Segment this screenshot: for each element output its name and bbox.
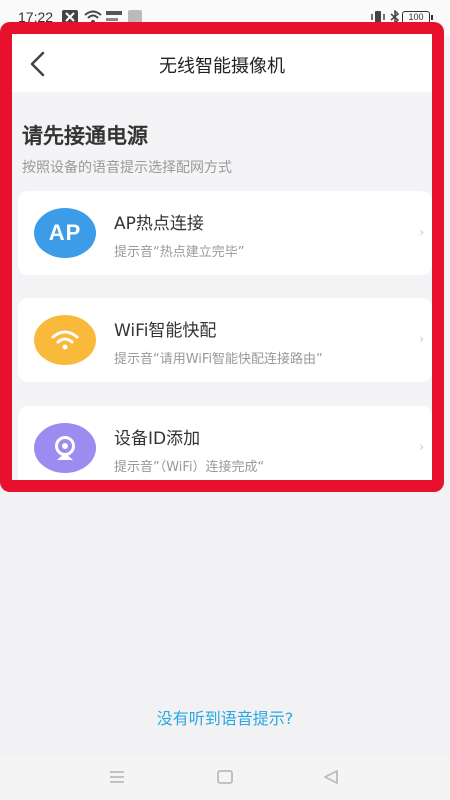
option-title: 设备ID添加 bbox=[114, 429, 201, 449]
option-title: AP热点连接 bbox=[114, 214, 204, 234]
option-subtitle: 提示音”（WiFi）连接完成“ bbox=[114, 460, 265, 475]
nav-bar: 无线智能摄像机 bbox=[12, 34, 432, 92]
ap-hotspot-option[interactable]: AP AP热点连接 提示音“热点建立完毕” › bbox=[18, 191, 432, 275]
ap-hotspot-icon: AP bbox=[34, 208, 96, 258]
camera-icon bbox=[34, 423, 96, 473]
wifi-quick-config-option[interactable]: WiFi智能快配 提示音“请用WiFi智能快配连接路由” › bbox=[18, 298, 432, 382]
chevron-right-icon: › bbox=[419, 440, 424, 454]
section-subheading: 按照设备的语音提示选择配网方式 bbox=[22, 160, 232, 176]
device-id-option[interactable]: 设备ID添加 提示音”（WiFi）连接完成“ › bbox=[18, 406, 432, 480]
section-heading: 请先接通电源 bbox=[22, 124, 148, 148]
chevron-right-icon: › bbox=[419, 332, 424, 346]
option-subtitle: 提示音“热点建立完毕” bbox=[114, 245, 245, 260]
page-title: 无线智能摄像机 bbox=[159, 56, 285, 77]
chevron-right-icon: › bbox=[419, 225, 424, 239]
option-title: WiFi智能快配 bbox=[114, 321, 217, 341]
wifi-icon bbox=[34, 315, 96, 365]
home-icon[interactable] bbox=[216, 769, 234, 785]
no-voice-prompt-link[interactable]: 没有听到语音提示? bbox=[0, 705, 450, 729]
back-nav-icon[interactable] bbox=[322, 769, 340, 785]
menu-icon[interactable] bbox=[108, 769, 126, 785]
system-nav-bar bbox=[0, 756, 450, 800]
option-subtitle: 提示音“请用WiFi智能快配连接路由” bbox=[114, 352, 323, 367]
highlight-frame: 无线智能摄像机 请先接通电源 按照设备的语音提示选择配网方式 AP AP热点连接… bbox=[0, 22, 444, 492]
